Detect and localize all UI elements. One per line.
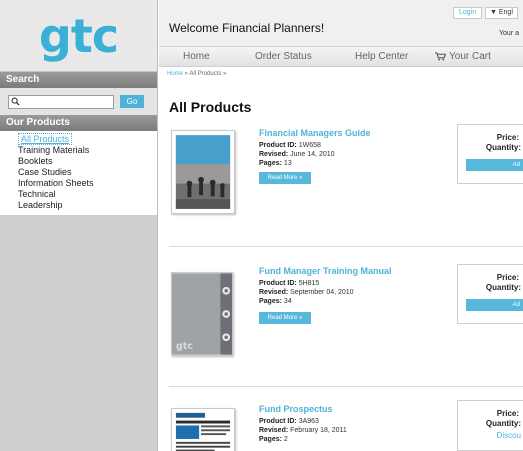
your-account-link[interactable]: Your a [499, 30, 519, 37]
price-box: Price: Quantity: Discou [457, 400, 523, 451]
logo-area: gtc [0, 0, 157, 72]
nav-help-center[interactable]: Help Center [355, 51, 408, 62]
search-heading: Search [0, 72, 157, 88]
language-select[interactable]: ▼ Engl [485, 7, 518, 19]
product-id: 1W658 [298, 142, 321, 149]
gtc-logo[interactable]: gtc [39, 13, 119, 59]
our-products-heading: Our Products [0, 115, 157, 131]
product-meta: Product ID: 1W658 Revised: June 14, 2010… [259, 141, 335, 168]
product-meta: Product ID: 5H815 Revised: September 04,… [259, 279, 354, 306]
product-row: Financial Managers Guide Product ID: 1W6… [159, 122, 523, 242]
go-button[interactable]: Go [120, 95, 144, 108]
revised-date: June 14, 2010 [290, 151, 335, 158]
divider [169, 386, 523, 387]
search-row: Go [0, 88, 157, 115]
pages-count: 13 [283, 160, 292, 167]
nav-bar: Home Order Status Help Center Your Cart [159, 47, 523, 67]
search-input[interactable] [20, 95, 110, 108]
product-id-label: Product ID: [259, 142, 297, 149]
add-to-cart-button[interactable]: Ad [466, 299, 523, 311]
quantity-label: Quantity: [485, 283, 521, 292]
quantity-label: Quantity: [485, 143, 521, 152]
sidebar: gtc Search Go Our Products All Products … [0, 0, 158, 451]
sidebar-item-training-materials[interactable]: Training Materials [0, 145, 157, 156]
price-label: Price: [496, 273, 519, 282]
revised-label: Revised: [259, 427, 289, 434]
sidebar-item-information-sheets[interactable]: Information Sheets [0, 178, 157, 189]
price-label: Price: [496, 133, 519, 142]
sidebar-item-booklets[interactable]: Booklets [0, 156, 157, 167]
product-id: 3A963 [298, 418, 319, 425]
price-label: Price: [496, 409, 519, 418]
sidebar-item-leadership[interactable]: Leadership [0, 200, 157, 211]
search-box[interactable] [8, 94, 114, 109]
prospectus-cover-image [172, 409, 234, 451]
divider [169, 246, 523, 247]
product-id-label: Product ID: [259, 280, 297, 287]
guide-cover-image [172, 131, 234, 213]
product-thumbnail[interactable] [171, 130, 235, 214]
nav-order-status[interactable]: Order Status [255, 51, 312, 62]
main-content: Welcome Financial Planners! Login ▼ Engl… [159, 0, 523, 451]
products-list: All Products Training Materials Booklets… [0, 131, 157, 215]
nav-home[interactable]: Home [183, 51, 210, 62]
svg-text:gtc: gtc [176, 341, 194, 352]
cart-label: Your Cart [449, 51, 491, 62]
cart-icon [435, 52, 446, 61]
product-meta: Product ID: 3A963 Revised: February 18, … [259, 417, 347, 444]
search-icon [11, 97, 20, 106]
product-title[interactable]: Fund Manager Training Manual [259, 266, 392, 276]
read-more-button[interactable]: Read More » [259, 312, 311, 324]
revised-date: September 04, 2010 [290, 289, 354, 296]
sidebar-item-all-products[interactable]: All Products [0, 133, 157, 145]
product-title[interactable]: Financial Managers Guide [259, 128, 371, 138]
pages-count: 2 [283, 436, 288, 443]
breadcrumb-home[interactable]: Home [167, 71, 183, 77]
breadcrumb-current: All Products » [189, 71, 227, 77]
quantity-label: Quantity: [485, 419, 521, 428]
pages-count: 34 [283, 298, 292, 305]
manual-binder-image: gtc [172, 273, 232, 355]
price-box: Price: Quantity: Ad [457, 264, 523, 324]
add-to-cart-button[interactable]: Ad [466, 159, 523, 171]
product-id: 5H815 [298, 280, 320, 287]
pages-label: Pages: [259, 298, 282, 305]
page-title: All Products [169, 99, 252, 115]
breadcrumb: Home » All Products » [159, 67, 523, 81]
product-id-label: Product ID: [259, 418, 297, 425]
revised-date: February 18, 2011 [290, 427, 347, 434]
revised-label: Revised: [259, 289, 289, 296]
product-thumbnail[interactable]: gtc [171, 272, 233, 356]
top-bar: Welcome Financial Planners! Login ▼ Engl… [159, 0, 523, 47]
pages-label: Pages: [259, 436, 282, 443]
welcome-message: Welcome Financial Planners! [169, 21, 325, 35]
product-row: Fund Prospectus Product ID: 3A963 Revise… [159, 398, 523, 451]
sidebar-item-case-studies[interactable]: Case Studies [0, 167, 157, 178]
product-row: gtc Fund Manager Training Manual Product… [159, 258, 523, 378]
nav-cart[interactable]: Your Cart [435, 51, 491, 62]
revised-label: Revised: [259, 151, 289, 158]
read-more-button[interactable]: Read More » [259, 172, 311, 184]
pages-label: Pages: [259, 160, 282, 167]
sidebar-item-label: All Products [18, 133, 73, 145]
price-box: Price: Quantity: Ad [457, 124, 523, 184]
sidebar-item-technical[interactable]: Technical [0, 189, 157, 200]
product-title[interactable]: Fund Prospectus [259, 404, 333, 414]
login-button[interactable]: Login [453, 7, 483, 19]
product-thumbnail[interactable] [171, 408, 235, 451]
discount-link[interactable]: Discou [497, 431, 521, 440]
